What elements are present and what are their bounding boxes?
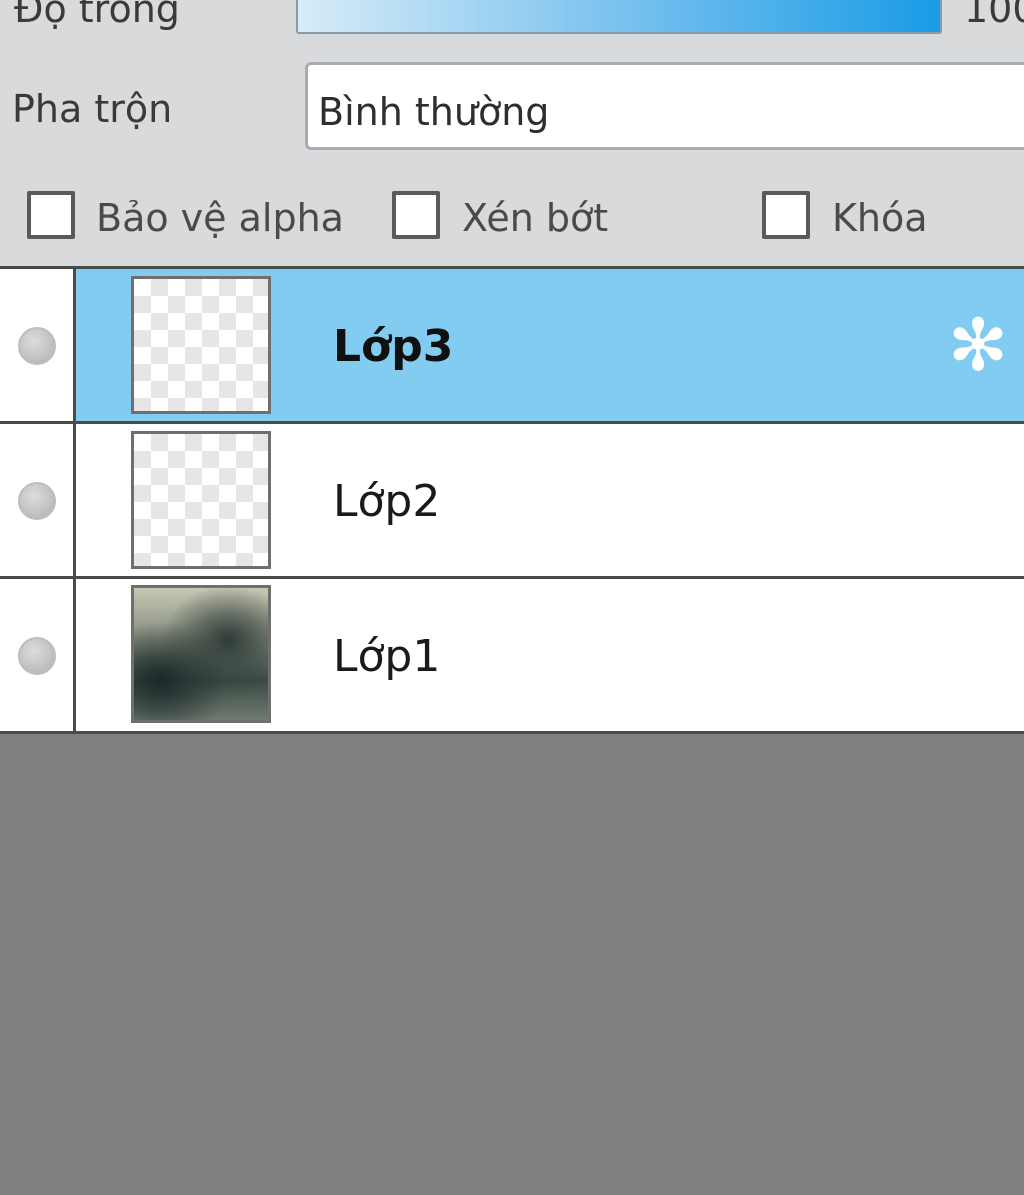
blend-mode-value: Bình thường xyxy=(318,90,550,134)
layer-list: Lớp3 ✻ Lớp2 Lớp1 xyxy=(0,266,1024,734)
layer-name: Lớp2 xyxy=(333,476,441,527)
lock-label: Khóa xyxy=(832,196,928,240)
visibility-toggle-icon[interactable] xyxy=(18,482,56,520)
visibility-toggle-icon[interactable] xyxy=(18,327,56,365)
opacity-slider[interactable] xyxy=(296,0,942,34)
opacity-label: Độ trong xyxy=(14,0,180,31)
visibility-toggle-icon[interactable] xyxy=(18,637,56,675)
layer-row-3[interactable]: Lớp3 ✻ xyxy=(0,269,1024,424)
layers-panel: Độ trong 100 Pha trộn Bình thường Bảo vệ… xyxy=(0,0,1024,1195)
layer-name: Lớp1 xyxy=(333,631,441,682)
clip-checkbox[interactable] xyxy=(392,191,440,239)
clip-label: Xén bớt xyxy=(462,196,609,240)
layer-row-2[interactable]: Lớp2 xyxy=(0,424,1024,579)
blend-mode-select[interactable]: Bình thường xyxy=(305,62,1024,150)
layer-row-1[interactable]: Lớp1 xyxy=(0,579,1024,734)
blend-mode-label: Pha trộn xyxy=(12,87,173,131)
lock-checkbox[interactable] xyxy=(762,191,810,239)
visibility-column xyxy=(0,424,76,576)
protect-alpha-label: Bảo vệ alpha xyxy=(96,196,344,240)
protect-alpha-checkbox[interactable] xyxy=(27,191,75,239)
layer-name: Lớp3 xyxy=(333,321,454,372)
opacity-value: 100 xyxy=(964,0,1024,31)
layer-thumbnail xyxy=(131,585,271,723)
layer-properties: Độ trong 100 Pha trộn Bình thường Bảo vệ… xyxy=(0,0,1024,266)
layer-thumbnail xyxy=(131,276,271,414)
visibility-column xyxy=(0,269,76,421)
layer-thumbnail xyxy=(131,431,271,569)
visibility-column xyxy=(0,579,76,731)
gear-icon[interactable]: ✻ xyxy=(940,307,1016,383)
